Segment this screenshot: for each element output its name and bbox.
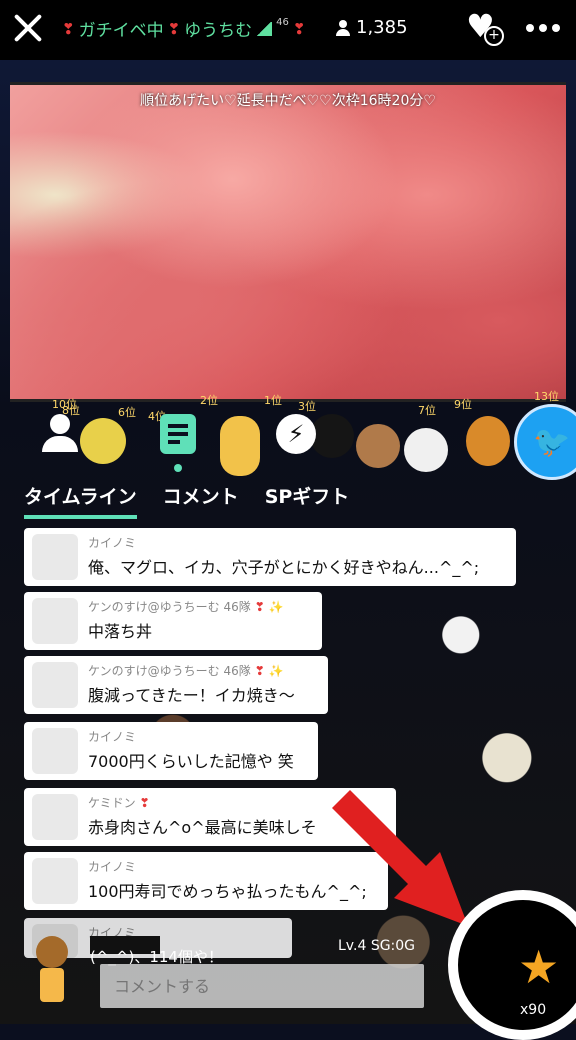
rank-label: 6位: [118, 406, 136, 419]
rank-label: 2位: [200, 394, 218, 407]
heart-icon: ❣: [292, 19, 306, 38]
dot-icon: [539, 24, 547, 32]
message-text: 赤身肉さん^o^最高に美味しそ: [88, 818, 317, 837]
message-author: ケンのすけ@ゆうちーむ 46隊 ❣ ✨: [88, 600, 284, 614]
viewer-count-value: 1,385: [356, 17, 408, 38]
avatar[interactable]: [80, 418, 126, 464]
follow-button[interactable]: ♥ +: [466, 10, 506, 46]
avatar-body: [40, 968, 64, 1002]
broadcast-title: ❣ ガチイベ中 ❣ ゆうちむ 46 ❣: [62, 16, 305, 41]
avatar: [32, 794, 78, 840]
tab-comment[interactable]: コメント: [163, 482, 239, 519]
user-icon[interactable]: [40, 414, 80, 454]
plus-icon: +: [484, 26, 504, 46]
lightning-icon[interactable]: ⚡: [276, 414, 316, 454]
level-info: Lv.4 SG:0G: [338, 938, 415, 954]
level-badge: 46: [276, 17, 289, 28]
heart-icon: ❣: [167, 19, 181, 38]
tab-timeline[interactable]: タイムライン: [24, 482, 137, 519]
message-author: ケミドン ❣: [88, 796, 150, 810]
star-icon: ★: [518, 940, 560, 994]
timeline-icon[interactable]: [160, 414, 196, 454]
broadcaster-name: ゆうちむ: [184, 21, 253, 41]
active-indicator: [174, 464, 182, 472]
avatar[interactable]: [310, 414, 354, 458]
tab-sp-gift[interactable]: SPギフト: [265, 482, 350, 519]
message-text: 俺、マグロ、イカ、穴子がとにかく好きやねん...^_^;: [88, 558, 480, 577]
tab-bar: タイムライン コメント SPギフト: [24, 482, 349, 519]
avatar-head: [36, 936, 68, 968]
message-text: 7000円くらいした記憶や 笑: [88, 752, 294, 771]
red-arrow-icon: [332, 790, 468, 926]
avatar[interactable]: [220, 416, 260, 476]
viewer-count: 1,385: [336, 17, 408, 38]
avatar: [32, 728, 78, 774]
rank-label: 13位: [534, 390, 559, 403]
message-text: 中落ち丼: [88, 622, 153, 641]
avatar: [32, 858, 78, 904]
avatar[interactable]: [356, 424, 400, 468]
signal-icon: [256, 21, 273, 36]
live-video[interactable]: [10, 82, 566, 402]
more-menu-button[interactable]: [526, 24, 560, 32]
list-item[interactable]: ケンのすけ@ゆうちーむ 46隊 ❣ ✨ 中落ち丼: [24, 592, 322, 650]
avatar: [32, 534, 78, 580]
avatar[interactable]: [404, 428, 448, 472]
my-avatar[interactable]: [26, 936, 78, 1016]
avatar: [32, 662, 78, 708]
star-count: x90: [520, 1002, 547, 1018]
title-prefix: ガチイベ中: [78, 21, 164, 41]
dot-icon: [526, 24, 534, 32]
message-author: ケンのすけ@ゆうちーむ 46隊 ❣ ✨: [88, 664, 284, 678]
level-value: Lv.4: [338, 938, 367, 954]
close-icon[interactable]: [12, 12, 44, 44]
rank-label: 7位: [418, 404, 436, 417]
comment-input[interactable]: [100, 964, 424, 1008]
rank-label: 1位: [264, 394, 282, 407]
message-author: カイノミ: [88, 536, 137, 550]
message-author: カイノミ: [88, 730, 137, 744]
top-bar: ❣ ガチイベ中 ❣ ゆうちむ 46 ❣ 1,385 ♥ +: [0, 0, 576, 60]
video-caption: 順位あげたい♡延長中だべ♡♡次枠16時20分♡: [140, 93, 436, 109]
list-item[interactable]: カイノミ 俺、マグロ、イカ、穴子がとにかく好きやねん...^_^;: [24, 528, 516, 586]
avatar[interactable]: [466, 416, 510, 466]
message-text: 腹減ってきたー！イカ焼き〜: [88, 686, 295, 705]
sg-value: SG:0G: [370, 938, 416, 954]
message-author: カイノミ: [88, 860, 137, 874]
list-item[interactable]: カイノミ 7000円くらいした記憶や 笑: [24, 722, 318, 780]
heart-icon: ❣: [62, 19, 75, 38]
dot-icon: [552, 24, 560, 32]
person-icon: [336, 19, 350, 36]
rank-label: 9位: [454, 398, 472, 411]
rank-label: 3位: [298, 400, 316, 413]
avatar: [32, 598, 78, 644]
list-item[interactable]: ケンのすけ@ゆうちーむ 46隊 ❣ ✨ 腹減ってきたー！イカ焼き〜: [24, 656, 328, 714]
